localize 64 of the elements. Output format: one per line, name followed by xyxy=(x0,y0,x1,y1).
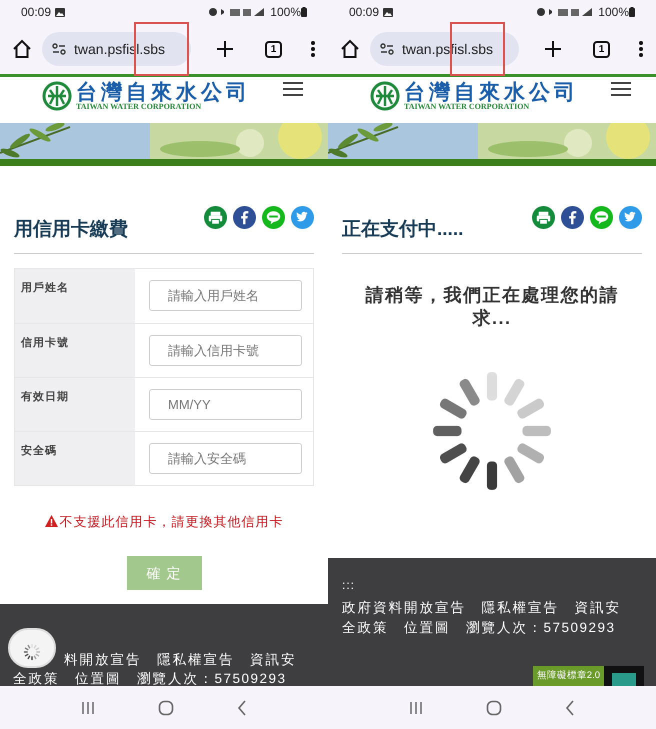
error-message: 不支援此信用卡，請更換其他信用卡 xyxy=(60,512,284,530)
footer-links: 全政策 位置圖 瀏覽人次：57509293 xyxy=(342,619,617,637)
battery-level: 100% xyxy=(598,4,629,21)
footer-links: 全政策 位置圖 瀏覽人次：57509293 xyxy=(13,670,288,688)
footer-marker: ::: xyxy=(342,578,356,592)
home-button-icon[interactable] xyxy=(158,700,174,716)
battery-icon xyxy=(301,7,307,17)
back-icon[interactable] xyxy=(236,700,247,716)
tab-count[interactable]: 1 xyxy=(265,40,282,58)
logo-icon xyxy=(42,81,72,111)
back-icon[interactable] xyxy=(564,700,575,716)
recent-apps-icon[interactable] xyxy=(409,700,424,714)
print-icon[interactable] xyxy=(204,206,227,229)
facebook-icon[interactable] xyxy=(233,206,256,229)
battery-icon xyxy=(629,7,635,17)
page-title: 用信用卡繳費 xyxy=(14,218,128,242)
accessibility-badge: 無障礙標章2.0 xyxy=(532,666,604,686)
gov-logo-icon xyxy=(604,666,644,686)
print-icon[interactable] xyxy=(532,206,555,229)
logo-title: 台灣自來水公司 xyxy=(76,81,251,102)
site-settings-icon[interactable] xyxy=(380,43,394,55)
logo-subtitle: TAIWAN WATER CORPORATION xyxy=(76,103,202,111)
logo-title: 台灣自來水公司 xyxy=(404,81,579,102)
recent-apps-icon[interactable] xyxy=(81,700,96,714)
status-icons xyxy=(536,7,594,17)
gallery-icon xyxy=(55,8,66,16)
status-message: 請稍等，我們正在處理您的請求... xyxy=(364,284,620,330)
battery-level: 100% xyxy=(270,4,301,21)
status-time: 00:09 xyxy=(349,4,380,21)
new-tab-icon[interactable] xyxy=(215,39,236,59)
field-label: 信用卡號 xyxy=(21,336,69,348)
tab-count[interactable]: 1 xyxy=(593,40,610,58)
twitter-icon[interactable] xyxy=(619,206,642,229)
floating-bubble[interactable] xyxy=(8,628,56,668)
logo-icon xyxy=(370,81,400,111)
chat-icon[interactable] xyxy=(590,206,613,229)
menu-icon[interactable] xyxy=(610,81,632,97)
new-tab-icon[interactable] xyxy=(543,39,564,59)
status-time: 00:09 xyxy=(21,4,52,21)
page-title: 正在支付中..... xyxy=(342,218,464,242)
home-button-icon[interactable] xyxy=(486,700,502,716)
logo-subtitle: TAIWAN WATER CORPORATION xyxy=(404,103,530,111)
input-field[interactable]: 請輸入用戶姓名 xyxy=(149,280,302,311)
home-icon[interactable] xyxy=(12,39,32,59)
warning-icon xyxy=(44,515,58,528)
spinner-icon xyxy=(23,643,41,661)
footer-links: 料開放宣告 隱私權宣告 資訊安 xyxy=(64,651,298,669)
input-field[interactable]: 請輸入信用卡號 xyxy=(149,334,302,366)
field-label: 有效日期 xyxy=(21,390,69,402)
home-icon[interactable] xyxy=(340,39,360,59)
site-settings-icon[interactable] xyxy=(52,43,66,55)
field-label: 安全碼 xyxy=(21,444,57,456)
twitter-icon[interactable] xyxy=(291,206,314,229)
menu-icon[interactable] xyxy=(282,81,304,97)
more-menu-icon[interactable] xyxy=(638,40,644,58)
field-label: 用戶姓名 xyxy=(21,282,69,294)
more-menu-icon[interactable] xyxy=(310,40,316,58)
gallery-icon xyxy=(383,8,394,16)
footer-links: 政府資料開放宣告 隱私權宣告 資訊安 xyxy=(342,599,622,617)
input-field[interactable]: MM/YY xyxy=(149,388,302,420)
status-icons xyxy=(208,7,266,17)
chat-icon[interactable] xyxy=(262,206,285,229)
facebook-icon[interactable] xyxy=(561,206,584,229)
input-field[interactable]: 請輸入安全碼 xyxy=(149,442,302,474)
